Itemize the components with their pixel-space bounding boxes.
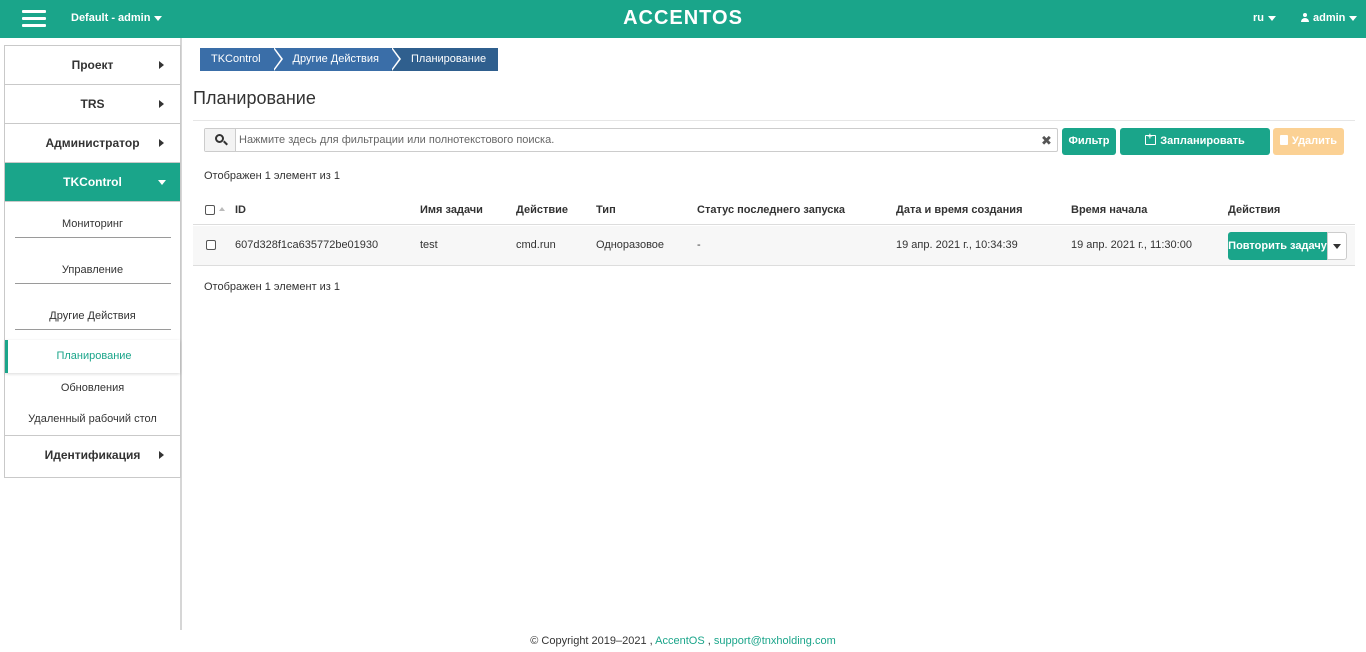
language-label: ru [1253,12,1264,24]
column-header-type[interactable]: Тип [596,204,616,216]
column-header-actions: Действия [1228,204,1281,216]
delete-button[interactable]: Удалить [1273,128,1344,155]
column-header-name[interactable]: Имя задачи [420,204,483,216]
brand-logo: ACCENTOS [623,7,743,29]
sidebar-subitem-label: Мониторинг [61,218,123,230]
sidebar-item-trs[interactable]: TRS [5,85,180,124]
language-selector[interactable]: ru [1253,12,1276,24]
row-checkbox[interactable] [206,240,216,250]
cell-type: Одноразовое [596,239,665,251]
divider [14,237,171,238]
breadcrumb-item-planning: Планирование [391,48,499,71]
chevron-down-icon [1349,15,1358,21]
sidebar-subitem-updates[interactable]: Обновления [5,373,180,404]
search-icon [205,129,236,151]
select-all-checkbox[interactable] [205,205,215,215]
sidebar-subitem-remote-desktop[interactable]: Удаленный рабочий стол [5,404,180,435]
chevron-right-icon [159,451,164,459]
cell-action: cmd.run [516,239,556,251]
search-bar: ✖ [204,128,1058,152]
footer: © Copyright 2019–2021 , AccentOS , suppo… [0,635,1366,647]
cell-id: 607d328f1ca635772be01930 [235,239,379,251]
breadcrumb-item-other-actions[interactable]: Другие Действия [272,47,402,71]
sidebar-subitem-label: Управление [61,264,124,276]
project-selector-label: Default - admin [71,12,151,24]
breadcrumb-item-tkcontrol[interactable]: TKControl [200,47,283,71]
user-label: admin [1313,12,1346,24]
sidebar-subitem-planning[interactable]: Планирование [5,340,180,373]
chevron-right-icon [159,100,164,108]
user-icon [1301,13,1309,22]
schedule-action-button[interactable]: Запланировать действие [1120,128,1270,174]
clear-icon[interactable]: ✖ [1041,133,1052,149]
repeat-task-button[interactable]: Повторить задачу [1228,232,1327,260]
sidebar-item-project[interactable]: Проект [5,46,180,85]
sidebar-item-label: TKControl [63,175,122,189]
breadcrumb: TKControl Другие Действия Планирование [200,47,499,71]
cell-name: test [420,239,438,251]
sidebar-item-tkcontrol[interactable]: TKControl [5,163,180,202]
table-row: 607d328f1ca635772be01930 test cmd.run Од… [193,226,1355,266]
sidebar-subitem-label: Другие Действия [49,310,136,322]
footer-brand-link[interactable]: AccentOS [655,635,705,647]
schedule-action-label: Запланировать действие [1160,135,1245,174]
project-selector[interactable]: Default - admin [71,12,163,24]
divider [193,120,1355,121]
sidebar-subitem-management[interactable]: Управление [5,248,180,294]
menu-toggle-icon[interactable] [22,10,46,28]
row-actions-dropdown[interactable] [1327,232,1347,260]
sidebar-subitem-label: Обновления [60,382,125,394]
cell-start: 19 апр. 2021 г., 11:30:00 [1071,239,1192,251]
sidebar-subitem-label: Планирование [56,350,132,362]
column-header-start[interactable]: Время начала [1071,204,1147,216]
sidebar-subitem-monitoring[interactable]: Мониторинг [5,202,180,248]
chevron-right-icon [159,61,164,69]
chevron-down-icon [1333,244,1341,249]
footer-email-link[interactable]: support@tnxholding.com [714,635,836,647]
footer-separator: , [707,635,711,647]
column-header-id[interactable]: ID [235,204,246,216]
top-navbar: Default - admin ACCENTOS ru admin [0,0,1366,38]
delete-label: Удалить [1291,135,1338,147]
sidebar-subitem-label: Удаленный рабочий стол [28,413,157,425]
sort-icon[interactable] [219,207,225,211]
column-header-action[interactable]: Действие [516,204,568,216]
chevron-down-icon [1268,15,1276,21]
page-title: Планирование [193,88,316,108]
cell-status: - [697,239,701,251]
sidebar-item-admin[interactable]: Администратор [5,124,180,163]
sidebar-item-identity[interactable]: Идентификация [5,435,180,474]
column-header-created[interactable]: Дата и время создания [896,204,1022,216]
divider [14,329,171,330]
sidebar-item-label: Администратор [45,136,140,150]
cell-created: 19 апр. 2021 г., 10:34:39 [896,239,1018,251]
calendar-plus-icon [1145,130,1157,145]
sidebar-item-label: Проект [71,58,114,72]
sidebar-subitem-other-actions[interactable]: Другие Действия [5,294,180,340]
sidebar-item-label: Идентификация [44,448,141,462]
divider [14,283,171,284]
filter-button[interactable]: Фильтр [1062,128,1116,155]
column-header-status[interactable]: Статус последнего запуска [697,204,845,216]
footer-copyright: © Copyright 2019–2021 , [530,635,653,647]
user-menu[interactable]: admin [1301,12,1358,24]
chevron-down-icon [158,180,166,185]
table-header: ID Имя задачи Действие Тип Статус послед… [193,197,1355,225]
chevron-right-icon [159,139,164,147]
trash-icon [1279,135,1288,145]
chevron-down-icon [154,15,163,21]
sidebar: Проект TRS Администратор TKControl Монит… [4,45,181,478]
items-count-top: Отображен 1 элемент из 1 [204,170,341,182]
sidebar-item-label: TRS [80,97,105,111]
search-input[interactable] [239,130,1039,150]
items-count-bottom: Отображен 1 элемент из 1 [204,281,341,293]
